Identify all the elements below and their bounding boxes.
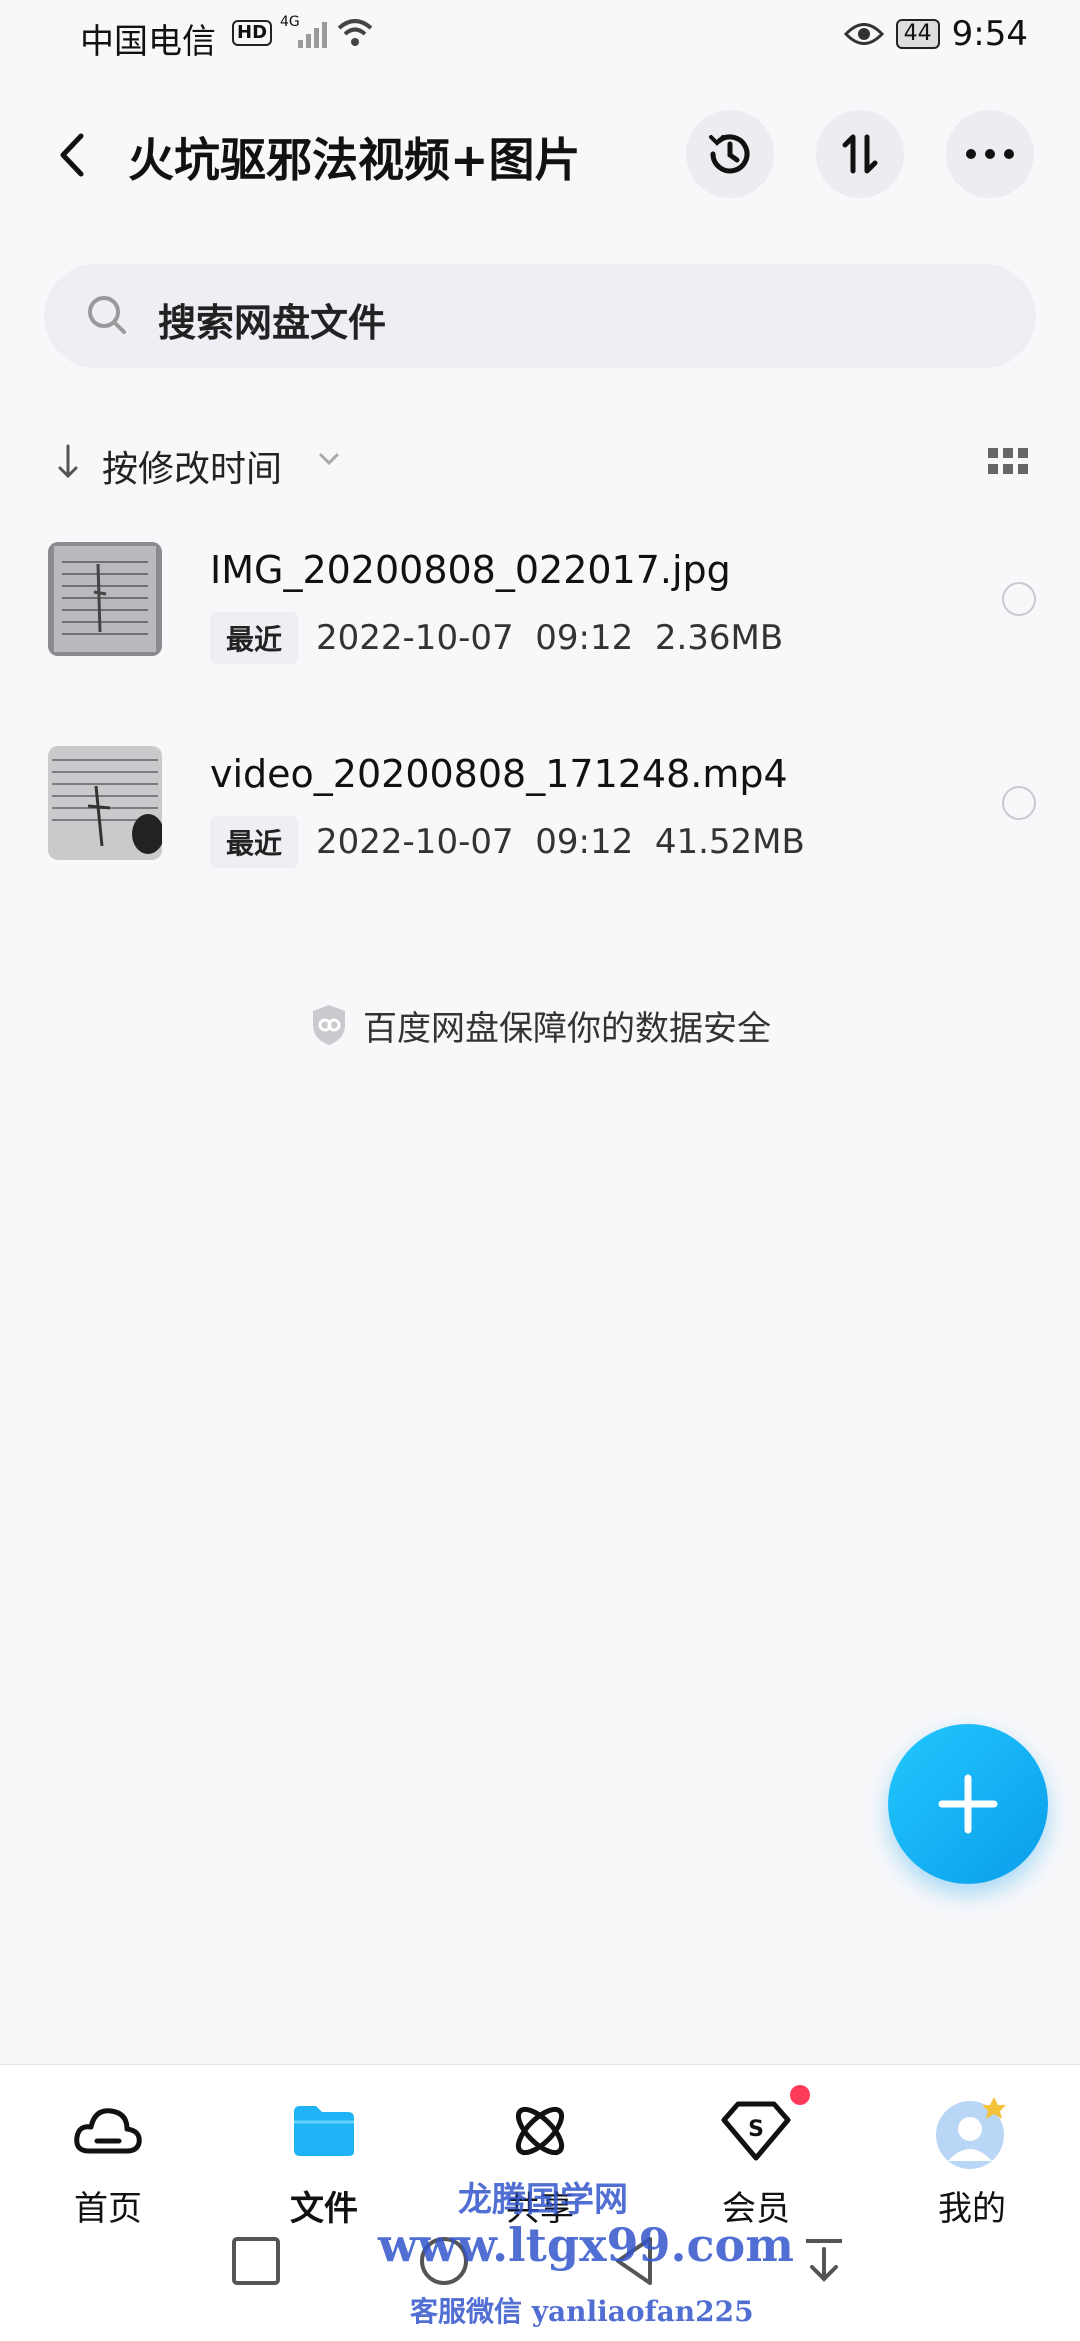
chevron-left-icon: [60, 133, 84, 177]
file-meta: 最近 2022-10-07 09:12 2.36MB: [210, 612, 783, 664]
add-button[interactable]: [888, 1724, 1048, 1884]
history-icon: [709, 134, 750, 174]
status-bar: 中国电信 HD 4G 44 9:54: [0, 0, 1080, 80]
network-type-label: 4G: [280, 14, 300, 30]
file-name: IMG_20200808_022017.jpg: [210, 548, 731, 592]
watermark-url: www.ltgx99.com: [378, 2218, 794, 2272]
page-title: 火坑驱邪法视频+图片: [128, 133, 581, 187]
file-name: video_20200808_171248.mp4: [210, 752, 788, 796]
file-meta: 最近 2022-10-07 09:12 41.52MB: [210, 816, 805, 868]
sort-bar: 按修改时间: [0, 430, 1080, 500]
eye-icon: [843, 23, 884, 45]
clock: 9:54: [951, 14, 1028, 54]
status-icons: HD 4G: [232, 14, 375, 48]
wifi-icon: [337, 19, 373, 46]
sort-label[interactable]: 按修改时间: [102, 440, 282, 492]
security-text: 百度网盘保障你的数据安全: [363, 1008, 771, 1049]
file-row[interactable]: video_20200808_171248.mp4 最近 2022-10-07 …: [0, 746, 1080, 896]
back-button[interactable]: [44, 120, 100, 190]
hd-icon: HD: [232, 20, 273, 46]
notification-dot: [790, 2085, 810, 2105]
transfer-button[interactable]: [816, 110, 904, 198]
shield-icon: [313, 1005, 345, 1045]
cloud-icon: [68, 2091, 148, 2171]
collapse-nav-icon[interactable]: [794, 2231, 854, 2291]
battery-icon: 44: [895, 19, 940, 49]
search-placeholder: 搜索网盘文件: [158, 301, 387, 345]
file-row[interactable]: IMG_20200808_022017.jpg 最近 2022-10-07 09…: [0, 542, 1080, 692]
history-button[interactable]: [686, 110, 774, 198]
watermark-contact: 客服微信 yanliaofan225: [410, 2295, 754, 2328]
select-checkbox[interactable]: [1002, 582, 1036, 616]
grid-view-icon[interactable]: [988, 448, 1028, 474]
security-note: 百度网盘保障你的数据安全: [0, 1000, 1080, 1050]
more-button[interactable]: [946, 110, 1034, 198]
search-icon: [88, 296, 126, 334]
sort-arrow-down-icon: [58, 444, 78, 479]
signal-icon: 4G: [280, 14, 328, 48]
file-thumbnail: [48, 542, 162, 656]
file-thumbnail: [48, 746, 162, 860]
file-info: 2022-10-07 09:12 41.52MB: [316, 822, 805, 862]
carrier-label: 中国电信: [80, 22, 216, 62]
select-checkbox[interactable]: [1002, 786, 1036, 820]
plus-icon: [938, 1774, 998, 1834]
status-right: 44 9:54: [843, 14, 1028, 54]
header: 火坑驱邪法视频+图片: [0, 100, 1080, 210]
recents-square-icon[interactable]: [226, 2231, 286, 2291]
recent-tag: 最近: [210, 612, 299, 664]
svg-text:S: S: [748, 2117, 764, 2142]
chevron-down-icon[interactable]: [318, 452, 340, 466]
folder-icon: [284, 2091, 364, 2171]
more-dots-icon: [966, 149, 1014, 159]
file-info: 2022-10-07 09:12 2.36MB: [316, 618, 784, 658]
search-bar[interactable]: 搜索网盘文件: [44, 264, 1036, 368]
recent-tag: 最近: [210, 816, 299, 868]
atom-icon: [500, 2091, 580, 2171]
avatar-icon: [932, 2091, 1012, 2171]
transfer-icon: [842, 134, 878, 174]
vip-diamond-icon: S: [716, 2091, 796, 2171]
watermark-site-name: 龙腾国学网: [458, 2180, 628, 2220]
